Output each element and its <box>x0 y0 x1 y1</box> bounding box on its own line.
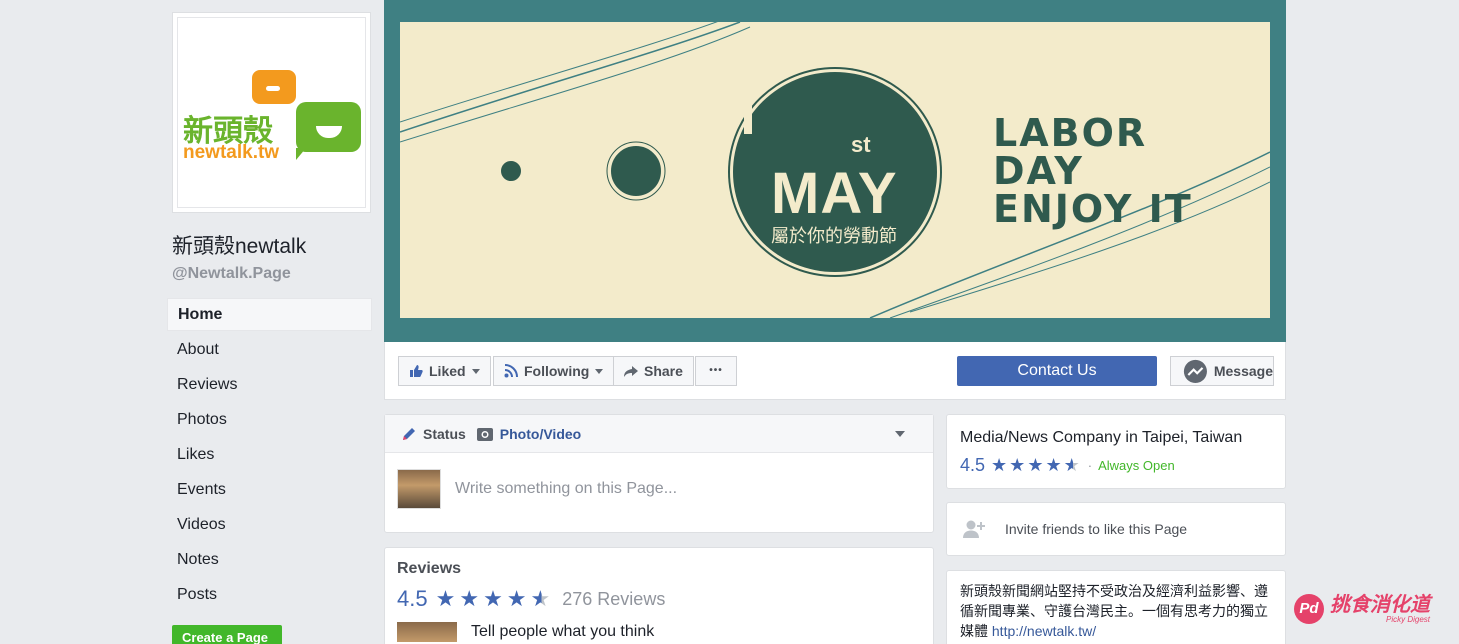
cover-art: st MAY 屬於你的勞動節 LABOR DAY ENJOY IT <box>400 22 1270 318</box>
chevron-down-icon <box>471 368 480 374</box>
page-handle[interactable]: @Newtalk.Page <box>172 265 372 283</box>
following-label: Following <box>524 363 590 379</box>
may-subtitle-zh: 屬於你的勞動節 <box>771 226 897 246</box>
profile-picture[interactable]: 新頭殼 newtalk.tw <box>172 12 371 213</box>
star-icon: ★ <box>1027 455 1044 475</box>
create-page-button[interactable]: Create a Page <box>172 625 282 644</box>
message-button[interactable]: Message <box>1170 356 1274 386</box>
labor-day-text: LABOR DAY ENJOY IT <box>993 114 1193 228</box>
nav-item-notes[interactable]: Notes <box>167 543 372 578</box>
rating-value: 4.5 <box>397 586 428 611</box>
nav-item-likes[interactable]: Likes <box>167 438 372 473</box>
may-badge: st MAY 屬於你的勞動節 <box>730 69 940 275</box>
labor-line-2: DAY <box>993 149 1084 193</box>
reviews-title[interactable]: Reviews <box>397 560 921 578</box>
composer-tabs: Status Photo/Video <box>385 415 933 453</box>
wrench-icon <box>737 72 759 134</box>
may-text: MAY <box>771 161 898 226</box>
nav-item-home[interactable]: Home <box>167 298 372 331</box>
description-card: 新頭殼新聞網站堅持不受政治及經濟利益影響、遵循新聞專業、守護台灣民主。一個有思考… <box>946 570 1286 644</box>
reviews-rating: 4.5 ★ ★ ★ ★ ★ 276 Reviews <box>397 586 921 612</box>
labor-line-3: ENJOY IT <box>993 187 1193 231</box>
chevron-down-icon[interactable] <box>895 431 905 437</box>
half-star-icon: ★ <box>530 586 551 611</box>
chevron-down-icon <box>595 368 604 374</box>
star-icon: ★ <box>991 455 1008 475</box>
following-button[interactable]: Following <box>493 356 615 386</box>
share-arrow-icon <box>624 366 638 377</box>
page-nav: Home About Reviews Photos Likes Events V… <box>167 298 372 613</box>
invite-card[interactable]: Invite friends to like this Page <box>946 502 1286 556</box>
separator: · <box>1087 458 1093 473</box>
labor-line-1: LABOR <box>993 111 1148 155</box>
about-card: Media/News Company in Taipei, Taiwan 4.5… <box>946 414 1286 489</box>
photo-video-label: Photo/Video <box>499 425 582 442</box>
watermark-logo-icon: Pd <box>1294 594 1324 624</box>
star-icon: ★ <box>1009 455 1026 475</box>
about-rating: 4.5 ★ ★ ★ ★ ★ · Always Open <box>960 455 1272 476</box>
watermark-text: 挑食消化道 <box>1330 593 1430 616</box>
review-prompt-row: Tell people what you think <box>397 622 921 642</box>
reviews-card: Reviews 4.5 ★ ★ ★ ★ ★ 276 Reviews Tell p… <box>384 547 934 644</box>
thumbs-up-icon <box>410 365 423 377</box>
nav-item-photos[interactable]: Photos <box>167 403 372 438</box>
avatar <box>397 469 441 509</box>
photo-video-tab[interactable]: Photo/Video <box>476 426 581 442</box>
page-title[interactable]: 新頭殼newtalk <box>172 230 372 260</box>
logo-text-en: newtalk.tw <box>183 142 280 163</box>
may-ordinal: st <box>851 132 871 157</box>
camera-icon <box>476 427 493 441</box>
message-label: Message <box>1213 363 1273 379</box>
invite-label: Invite friends to like this Page <box>1005 521 1188 537</box>
rating-value: 4.5 <box>960 455 986 475</box>
composer-input[interactable]: Write something on this Page... <box>455 480 677 498</box>
watermark: Pd 挑食消化道 Picky Digest <box>1294 594 1430 624</box>
nav-item-videos[interactable]: Videos <box>167 508 372 543</box>
star-icon: ★ <box>435 586 456 611</box>
hours-status: Always Open <box>1098 458 1175 473</box>
cover-photo[interactable]: st MAY 屬於你的勞動節 LABOR DAY ENJOY IT <box>384 0 1286 342</box>
website-link[interactable]: http://newtalk.tw/ <box>992 623 1096 639</box>
liked-label: Liked <box>429 363 466 379</box>
watermark-text-group: 挑食消化道 Picky Digest <box>1330 595 1430 624</box>
status-tab[interactable]: Status <box>401 426 466 442</box>
pencil-icon <box>403 427 415 440</box>
messenger-icon <box>1183 359 1207 383</box>
nav-item-reviews[interactable]: Reviews <box>167 368 372 403</box>
star-icon: ★ <box>483 586 503 611</box>
left-column: 新頭殼 newtalk.tw 新頭殼newtalk @Newtalk.Page … <box>167 12 372 644</box>
share-label: Share <box>644 363 683 379</box>
add-friend-icon <box>963 520 985 538</box>
star-icon: ★ <box>1045 455 1062 475</box>
share-button[interactable]: Share <box>613 356 694 386</box>
review-count[interactable]: 276 Reviews <box>562 589 665 610</box>
bubble-tail-icon <box>296 148 306 160</box>
page-action-bar: Liked Following Share ••• Contact Us Mes… <box>384 342 1286 400</box>
star-icon: ★ <box>459 586 480 611</box>
nav-item-events[interactable]: Events <box>167 473 372 508</box>
nav-item-about[interactable]: About <box>167 333 372 368</box>
more-options-button[interactable]: ••• <box>695 356 737 386</box>
newtalk-logo: 新頭殼 newtalk.tw <box>177 17 366 208</box>
watermark-subtext: Picky Digest <box>1385 614 1430 624</box>
orange-bubble-icon <box>252 70 296 104</box>
composer-body: Write something on this Page... <box>385 453 933 525</box>
rss-icon <box>504 364 518 378</box>
star-icon: ★ <box>506 586 527 611</box>
nav-item-posts[interactable]: Posts <box>167 578 372 613</box>
post-composer: Status Photo/Video Write something on th… <box>384 414 934 533</box>
half-star-icon: ★ <box>1063 455 1080 475</box>
status-label: Status <box>423 425 466 442</box>
green-bubble-icon <box>296 102 361 152</box>
page-category[interactable]: Media/News Company in Taipei, Taiwan <box>960 429 1272 447</box>
contact-us-button[interactable]: Contact Us <box>957 356 1157 386</box>
liked-button[interactable]: Liked <box>398 356 491 386</box>
review-prompt[interactable]: Tell people what you think <box>471 623 654 641</box>
avatar <box>397 622 457 642</box>
more-dots-icon: ••• <box>709 365 723 376</box>
